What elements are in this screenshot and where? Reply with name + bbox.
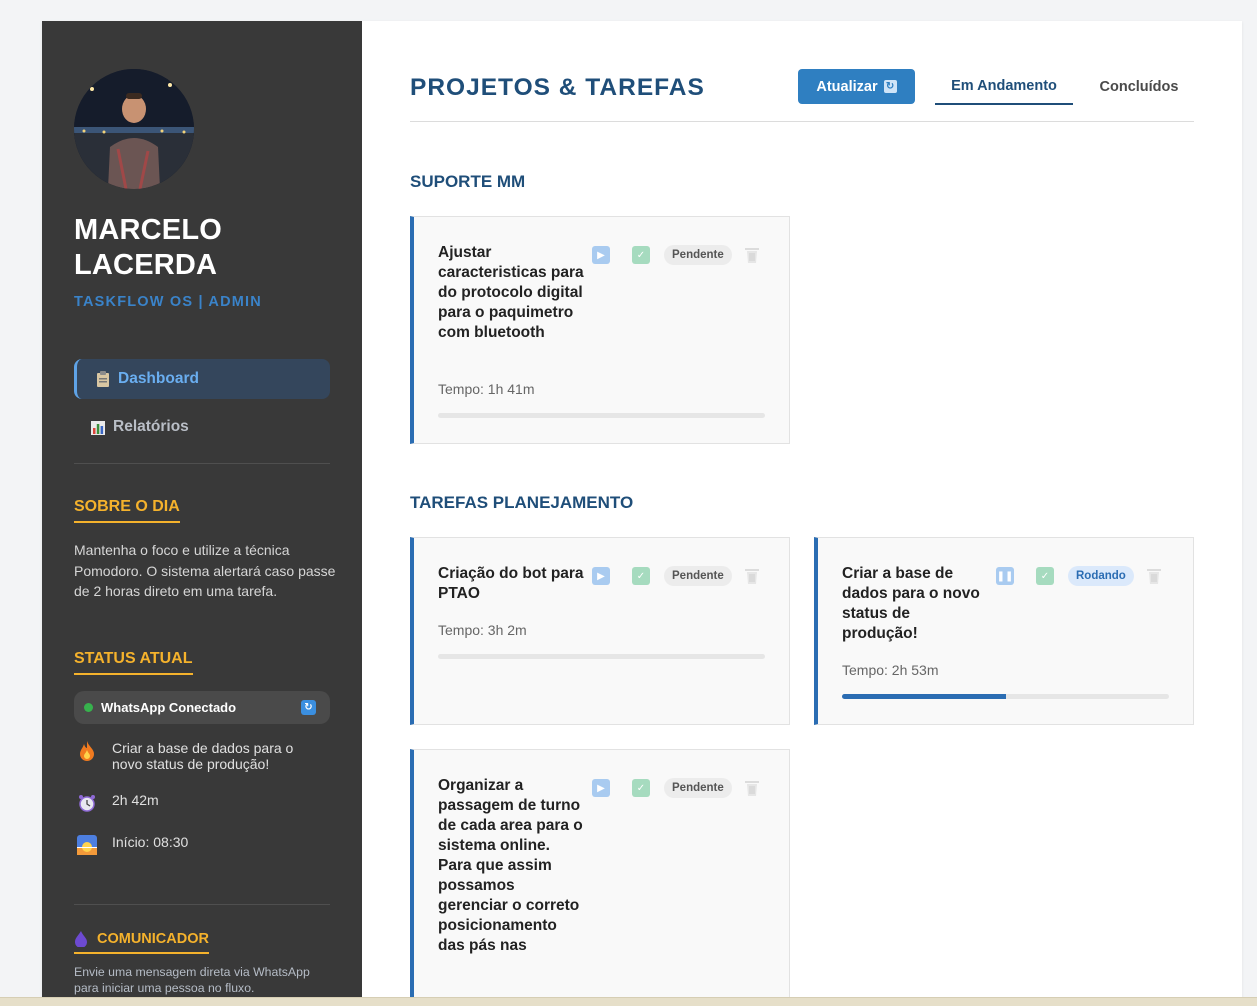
communicator-text: Envie uma mensagem direta via WhatsApp p… [74, 965, 310, 995]
trash-icon[interactable] [744, 567, 760, 585]
user-role: TASKFLOW OS | ADMIN [74, 294, 262, 310]
sidebar-item-label: Relatórios [113, 418, 189, 435]
header-divider [410, 121, 1194, 122]
task-progress [842, 694, 1169, 699]
bottom-strip [0, 997, 1257, 1006]
page-title: PROJETOS & TAREFAS [410, 74, 705, 101]
refresh-button-label: Atualizar [816, 78, 878, 95]
status-badge: Rodando [1068, 566, 1134, 586]
check-icon[interactable]: ✓ [1036, 567, 1054, 585]
task-title: Criar a base de dados para o novo status… [842, 565, 980, 642]
sidebar-item-label: Dashboard [118, 370, 199, 387]
task-card: Criação do bot para PTAO ▶ ✓ Pendente Te… [410, 537, 790, 725]
clipboard-icon [96, 371, 110, 387]
task-title: Ajustar caracteristicas para do protocol… [438, 244, 584, 341]
sidebar-divider [74, 904, 330, 905]
play-icon[interactable]: ▶ [592, 779, 610, 797]
task-title: Organizar a passagem de turno de cada ar… [438, 777, 583, 954]
task-actions: ▶ ✓ Pendente [592, 566, 760, 586]
status-badge: Pendente [664, 566, 732, 586]
start-row: Início: 08:30 [76, 834, 188, 856]
trash-icon[interactable] [744, 779, 760, 797]
main-content: PROJETOS & TAREFAS Atualizar ↻ Em Andame… [362, 21, 1242, 1001]
status-heading: STATUS ATUAL [74, 650, 193, 675]
trash-icon[interactable] [744, 246, 760, 264]
sidebar: MARCELO LACERDA TASKFLOW OS | ADMIN Dash… [42, 21, 362, 1001]
about-text: Mantenha o foco e utilize a técnica Pomo… [74, 542, 336, 599]
current-task-text: Criar a base de dados para o novo status… [112, 740, 294, 772]
avatar [74, 69, 194, 189]
refresh-icon: ↻ [883, 80, 897, 93]
tab-completed[interactable]: Concluídos [1089, 69, 1189, 105]
sunrise-icon [76, 834, 98, 856]
check-icon[interactable]: ✓ [632, 779, 650, 797]
bar-chart-icon [91, 419, 105, 435]
communicator-heading: COMUNICADOR [74, 931, 209, 954]
task-time: Tempo: 3h 2m [438, 622, 527, 638]
elapsed-time: 2h 42m [112, 792, 159, 808]
communicator-heading-label: COMUNICADOR [97, 931, 209, 947]
task-time: Tempo: 1h 41m [438, 381, 535, 397]
current-task-row: Criar a base de dados para o novo status… [76, 740, 312, 772]
task-actions: ❚❚ ✓ Rodando [996, 566, 1162, 586]
sidebar-item-dashboard[interactable]: Dashboard [74, 359, 330, 399]
fire-icon [76, 740, 98, 762]
play-icon[interactable]: ▶ [592, 567, 610, 585]
status-badge: Pendente [664, 245, 732, 265]
task-card: Ajustar caracteristicas para do protocol… [410, 216, 790, 444]
whatsapp-status-label: WhatsApp Conectado [101, 700, 237, 715]
task-progress [438, 654, 765, 659]
tab-in-progress[interactable]: Em Andamento [935, 69, 1073, 105]
alarm-clock-icon [76, 792, 98, 814]
whatsapp-status: WhatsApp Conectado ↻ [74, 691, 330, 724]
app-window: MARCELO LACERDA TASKFLOW OS | ADMIN Dash… [42, 21, 1242, 1001]
task-time: Tempo: 2h 53m [842, 662, 939, 678]
start-time: Início: 08:30 [112, 834, 189, 850]
group-title: SUPORTE MM [410, 172, 526, 191]
progress-fill [842, 694, 1006, 699]
status-badge: Pendente [664, 778, 732, 798]
sidebar-divider [74, 463, 330, 464]
task-title: Criação do bot para PTAO [438, 565, 584, 602]
group-title: TAREFAS PLANEJAMENTO [410, 493, 634, 512]
about-heading: SOBRE O DIA [74, 498, 180, 523]
refresh-icon[interactable]: ↻ [301, 700, 316, 715]
elapsed-row: 2h 42m [76, 792, 159, 814]
check-icon[interactable]: ✓ [632, 567, 650, 585]
task-actions: ▶ ✓ Pendente [592, 245, 760, 265]
user-name: MARCELO LACERDA [74, 214, 223, 281]
online-dot-icon [84, 703, 93, 712]
task-card-running: Criar a base de dados para o novo status… [814, 537, 1194, 725]
trash-icon[interactable] [1146, 567, 1162, 585]
refresh-button[interactable]: Atualizar ↻ [798, 69, 915, 104]
play-icon[interactable]: ▶ [592, 246, 610, 264]
task-progress [438, 413, 765, 418]
flame-purple-icon [74, 931, 90, 948]
task-card: Organizar a passagem de turno de cada ar… [410, 749, 790, 1001]
check-icon[interactable]: ✓ [632, 246, 650, 264]
pause-icon[interactable]: ❚❚ [996, 567, 1014, 585]
sidebar-item-reports[interactable]: Relatórios [74, 407, 330, 447]
task-actions: ▶ ✓ Pendente [592, 778, 760, 798]
